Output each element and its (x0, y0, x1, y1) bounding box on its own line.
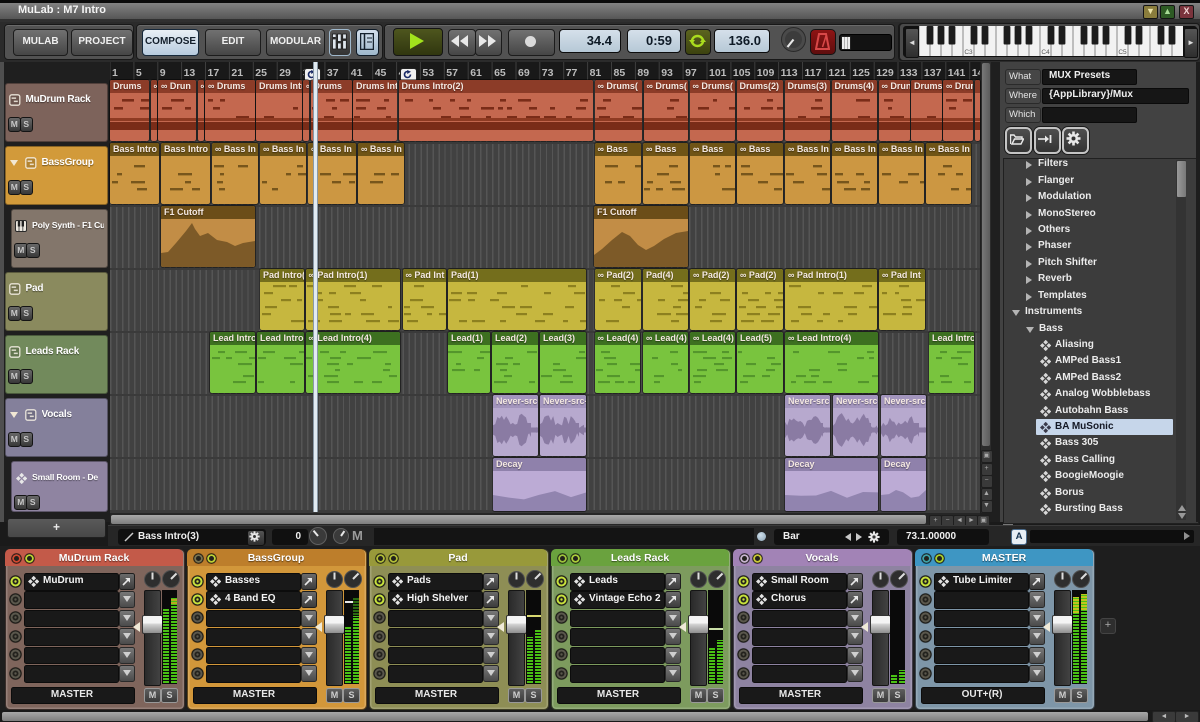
svg-text:9: 9 (160, 67, 166, 79)
svg-text:13: 13 (184, 67, 196, 79)
svg-text:77: 77 (566, 67, 578, 79)
svg-text:93: 93 (661, 67, 673, 79)
svg-text:137: 137 (924, 67, 942, 79)
svg-text:133: 133 (900, 67, 918, 79)
svg-text:C5: C5 (1118, 49, 1127, 56)
svg-text:89: 89 (637, 67, 649, 79)
svg-text:117: 117 (805, 67, 822, 79)
svg-text:17: 17 (208, 67, 220, 79)
svg-text:57: 57 (446, 67, 458, 79)
svg-text:145: 145 (972, 67, 980, 79)
svg-text:129: 129 (876, 67, 894, 79)
svg-text:61: 61 (470, 67, 482, 79)
svg-text:65: 65 (494, 67, 506, 79)
svg-text:37: 37 (327, 67, 339, 79)
svg-text:45: 45 (375, 67, 387, 79)
svg-text:53: 53 (422, 67, 434, 79)
svg-text:1: 1 (112, 67, 118, 79)
svg-text:C3: C3 (964, 49, 973, 56)
svg-text:5: 5 (136, 67, 142, 79)
svg-text:21: 21 (231, 67, 243, 79)
svg-text:69: 69 (518, 67, 530, 79)
svg-text:29: 29 (279, 67, 291, 79)
svg-text:97: 97 (685, 67, 697, 79)
svg-text:109: 109 (757, 67, 775, 79)
svg-text:25: 25 (255, 67, 267, 79)
svg-text:73: 73 (542, 67, 554, 79)
svg-text:85: 85 (614, 67, 626, 79)
svg-text:113: 113 (781, 67, 798, 79)
svg-text:141: 141 (948, 67, 966, 79)
svg-text:105: 105 (733, 67, 751, 79)
svg-text:41: 41 (351, 67, 363, 79)
svg-text:C4: C4 (1041, 49, 1050, 56)
svg-text:101: 101 (709, 67, 727, 79)
svg-text:121: 121 (828, 67, 846, 79)
svg-text:81: 81 (590, 67, 602, 79)
svg-text:125: 125 (852, 67, 870, 79)
